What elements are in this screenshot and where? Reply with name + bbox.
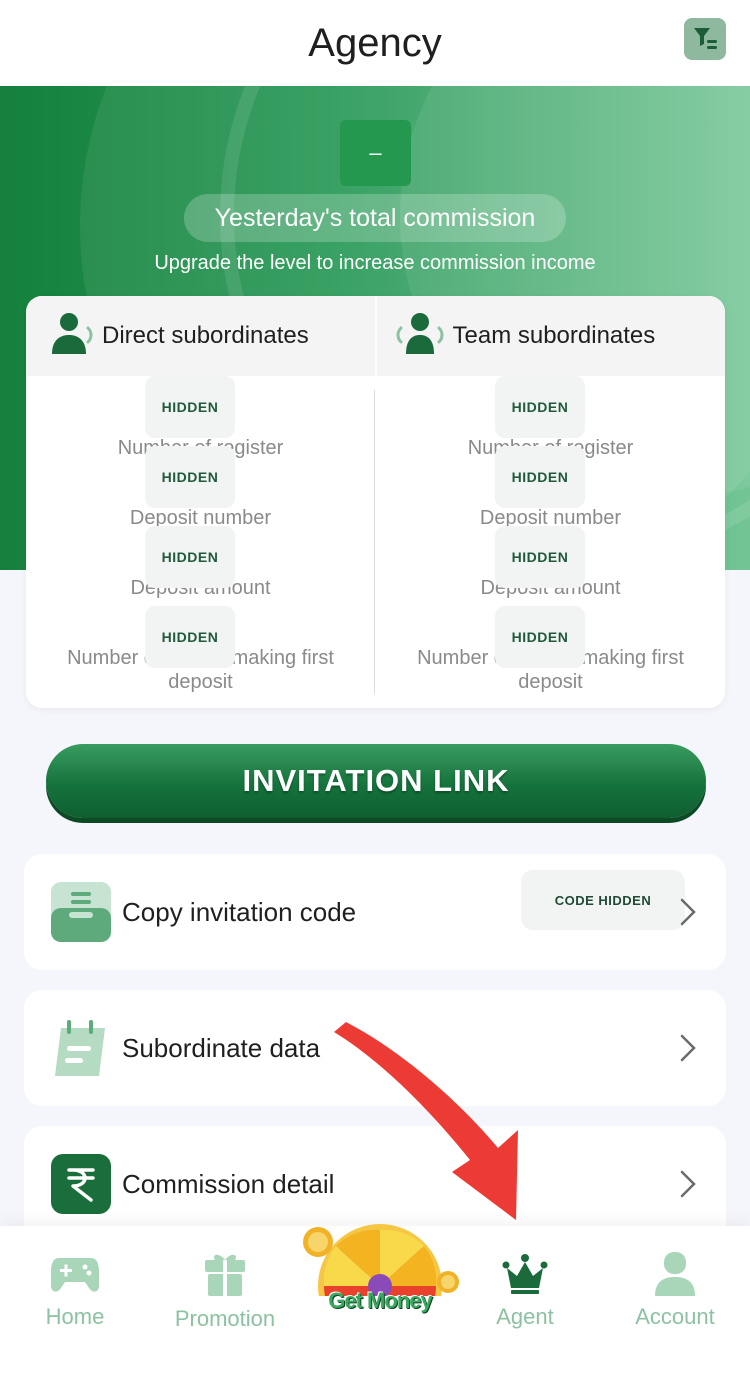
- team-stats-column: Number of register HIDDEN Deposit number…: [376, 376, 725, 708]
- team-icon: [395, 310, 445, 363]
- direct-stats-column: Number of register HIDDEN Deposit number…: [26, 376, 375, 708]
- commission-amount: –: [340, 120, 411, 186]
- stat-value: HIDDEN: [145, 526, 235, 588]
- team-subordinates-header: Team subordinates: [374, 296, 726, 376]
- stat-value: HIDDEN: [145, 606, 235, 668]
- upgrade-text: Upgrade the level to increase commission…: [154, 252, 596, 274]
- tab-promotion-label: Promotion: [174, 1306, 276, 1331]
- tab-home[interactable]: Home: [0, 1226, 150, 1376]
- header: Agency: [0, 0, 750, 86]
- tab-account-label: Account: [635, 1304, 715, 1329]
- stat-value: HIDDEN: [495, 446, 585, 508]
- user-icon: [651, 1250, 699, 1296]
- chevron-right-icon: [680, 1170, 696, 1198]
- annotation-arrow-icon: [334, 1022, 518, 1220]
- subordinate-data-label: Subordinate data: [122, 1032, 321, 1063]
- get-money-wheel[interactable]: Get Money: [296, 1216, 464, 1348]
- stat-value: HIDDEN: [495, 526, 585, 588]
- tab-home-label: Home: [45, 1304, 105, 1329]
- stat-value: HIDDEN: [145, 446, 235, 508]
- tab-agent[interactable]: Agent: [450, 1226, 600, 1376]
- stat-item: Number of people making first deposit HI…: [376, 606, 725, 694]
- stat-item: Number of people making first deposit HI…: [26, 606, 375, 694]
- invitation-link-button[interactable]: INVITATION LINK: [46, 744, 706, 818]
- stat-item: Deposit amount HIDDEN: [376, 526, 725, 600]
- gift-icon: [201, 1250, 249, 1296]
- rupee-icon: [51, 1154, 111, 1214]
- direct-subordinates-header: Direct subordinates: [26, 296, 375, 376]
- gamepad-icon: [51, 1250, 99, 1296]
- direct-subordinates-title: Direct subordinates: [102, 322, 309, 349]
- tab-promotion[interactable]: Promotion: [150, 1226, 300, 1376]
- copy-invitation-code-label: Copy invitation code: [122, 896, 357, 927]
- commission-label: Yesterday's total commission: [184, 194, 566, 242]
- team-subordinates-title: Team subordinates: [452, 322, 656, 349]
- person-icon: [44, 310, 94, 363]
- calendar-icon: [51, 1018, 111, 1078]
- stat-value: HIDDEN: [495, 606, 585, 668]
- stat-value: HIDDEN: [145, 376, 235, 438]
- filter-icon[interactable]: [684, 18, 726, 60]
- crown-icon: [501, 1250, 549, 1296]
- chevron-right-icon: [680, 1034, 696, 1062]
- get-money-label: Get Money: [328, 1288, 432, 1313]
- subordinates-stats-card: Direct subordinates Team subordinates Nu…: [26, 296, 725, 708]
- page-title: Agency: [308, 20, 442, 65]
- copy-invitation-code-row[interactable]: Copy invitation code CODE HIDDEN: [24, 854, 726, 970]
- copy-code-icon: [51, 882, 111, 942]
- tab-agent-label: Agent: [496, 1304, 554, 1329]
- chevron-right-icon: [680, 898, 696, 926]
- tab-account[interactable]: Account: [600, 1226, 750, 1376]
- invitation-code-value: CODE HIDDEN: [521, 870, 685, 930]
- stat-value: HIDDEN: [495, 376, 585, 438]
- stat-item: Deposit amount HIDDEN: [26, 526, 375, 600]
